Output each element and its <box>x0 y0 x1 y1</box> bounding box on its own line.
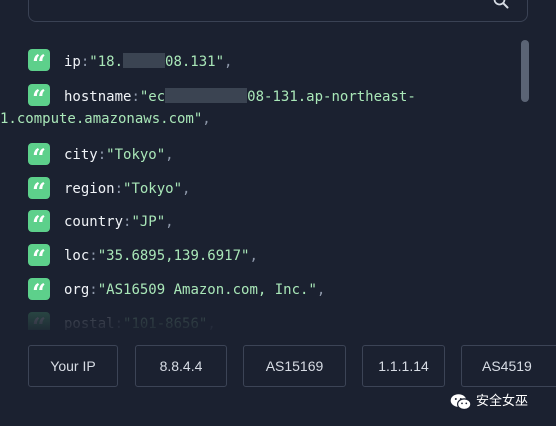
json-key: loc <box>64 248 90 264</box>
json-key: postal <box>64 316 115 330</box>
json-value: 08-131.ap-northeast- <box>247 89 416 105</box>
quick-lookup-as4519[interactable]: AS4519 <box>461 345 556 387</box>
json-value: "JP" <box>131 214 166 230</box>
search-icon[interactable] <box>493 0 509 9</box>
json-value: 08.131" <box>165 54 225 70</box>
json-result-panel: “ ip:"18. 08.131", “ hostname:"ec 08-131.a… <box>0 40 520 330</box>
quote-icon: “ <box>28 49 50 71</box>
redaction-block <box>123 53 166 68</box>
json-value: "AS16509 Amazon.com, Inc." <box>97 282 317 298</box>
quote-icon: “ <box>28 244 50 266</box>
json-comma: , <box>249 248 258 264</box>
json-value: 1.compute.amazonaws.com" <box>0 111 203 127</box>
json-colon: : <box>97 147 107 163</box>
redaction-block <box>165 88 248 103</box>
quote-icon: “ <box>28 278 50 300</box>
quick-lookup-1-1-1-14[interactable]: 1.1.1.14 <box>362 345 445 387</box>
json-key: hostname <box>64 89 132 105</box>
json-comma: , <box>224 54 233 70</box>
quick-lookup-bar: Your IP 8.8.4.4 AS15169 1.1.1.14 AS4519 <box>0 345 556 389</box>
quote-icon: “ <box>28 210 50 232</box>
json-colon: : <box>131 89 140 105</box>
quote-icon: “ <box>28 84 50 106</box>
quote-icon: “ <box>28 312 50 330</box>
json-comma: , <box>182 181 191 197</box>
json-colon: : <box>89 248 98 264</box>
json-key: region <box>64 181 115 197</box>
json-value: "Tokyo" <box>123 181 183 197</box>
json-key: country <box>64 214 124 230</box>
json-comma: , <box>165 214 174 230</box>
json-value: "101-8656" <box>123 316 208 330</box>
json-key: city <box>64 147 98 163</box>
quick-lookup-8-8-4-4[interactable]: 8.8.4.4 <box>135 345 227 387</box>
quick-lookup-as15169[interactable]: AS15169 <box>243 345 346 387</box>
watermark-text: 安全女巫 <box>476 394 529 409</box>
json-value: "35.6895,139.6917" <box>97 248 250 264</box>
quote-icon: “ <box>28 177 50 199</box>
json-colon: : <box>114 316 124 330</box>
quick-lookup-your-ip[interactable]: Your IP <box>28 345 118 387</box>
json-comma: , <box>202 111 211 127</box>
json-comma: , <box>316 282 326 298</box>
scrollbar[interactable] <box>521 40 529 330</box>
json-key: org <box>64 282 90 298</box>
json-value: "ec <box>139 89 166 105</box>
json-key: ip <box>64 54 81 70</box>
json-value: "18. <box>89 54 124 70</box>
watermark: 安全女巫 <box>450 392 542 412</box>
quote-icon: “ <box>28 143 50 165</box>
json-comma: , <box>207 316 216 330</box>
wechat-icon <box>450 394 472 411</box>
json-comma: , <box>165 147 174 163</box>
search-input[interactable] <box>28 0 528 22</box>
json-value: "Tokyo" <box>106 147 166 163</box>
scrollbar-thumb[interactable] <box>521 40 529 102</box>
json-colon: : <box>89 282 98 298</box>
json-colon: : <box>114 181 124 197</box>
